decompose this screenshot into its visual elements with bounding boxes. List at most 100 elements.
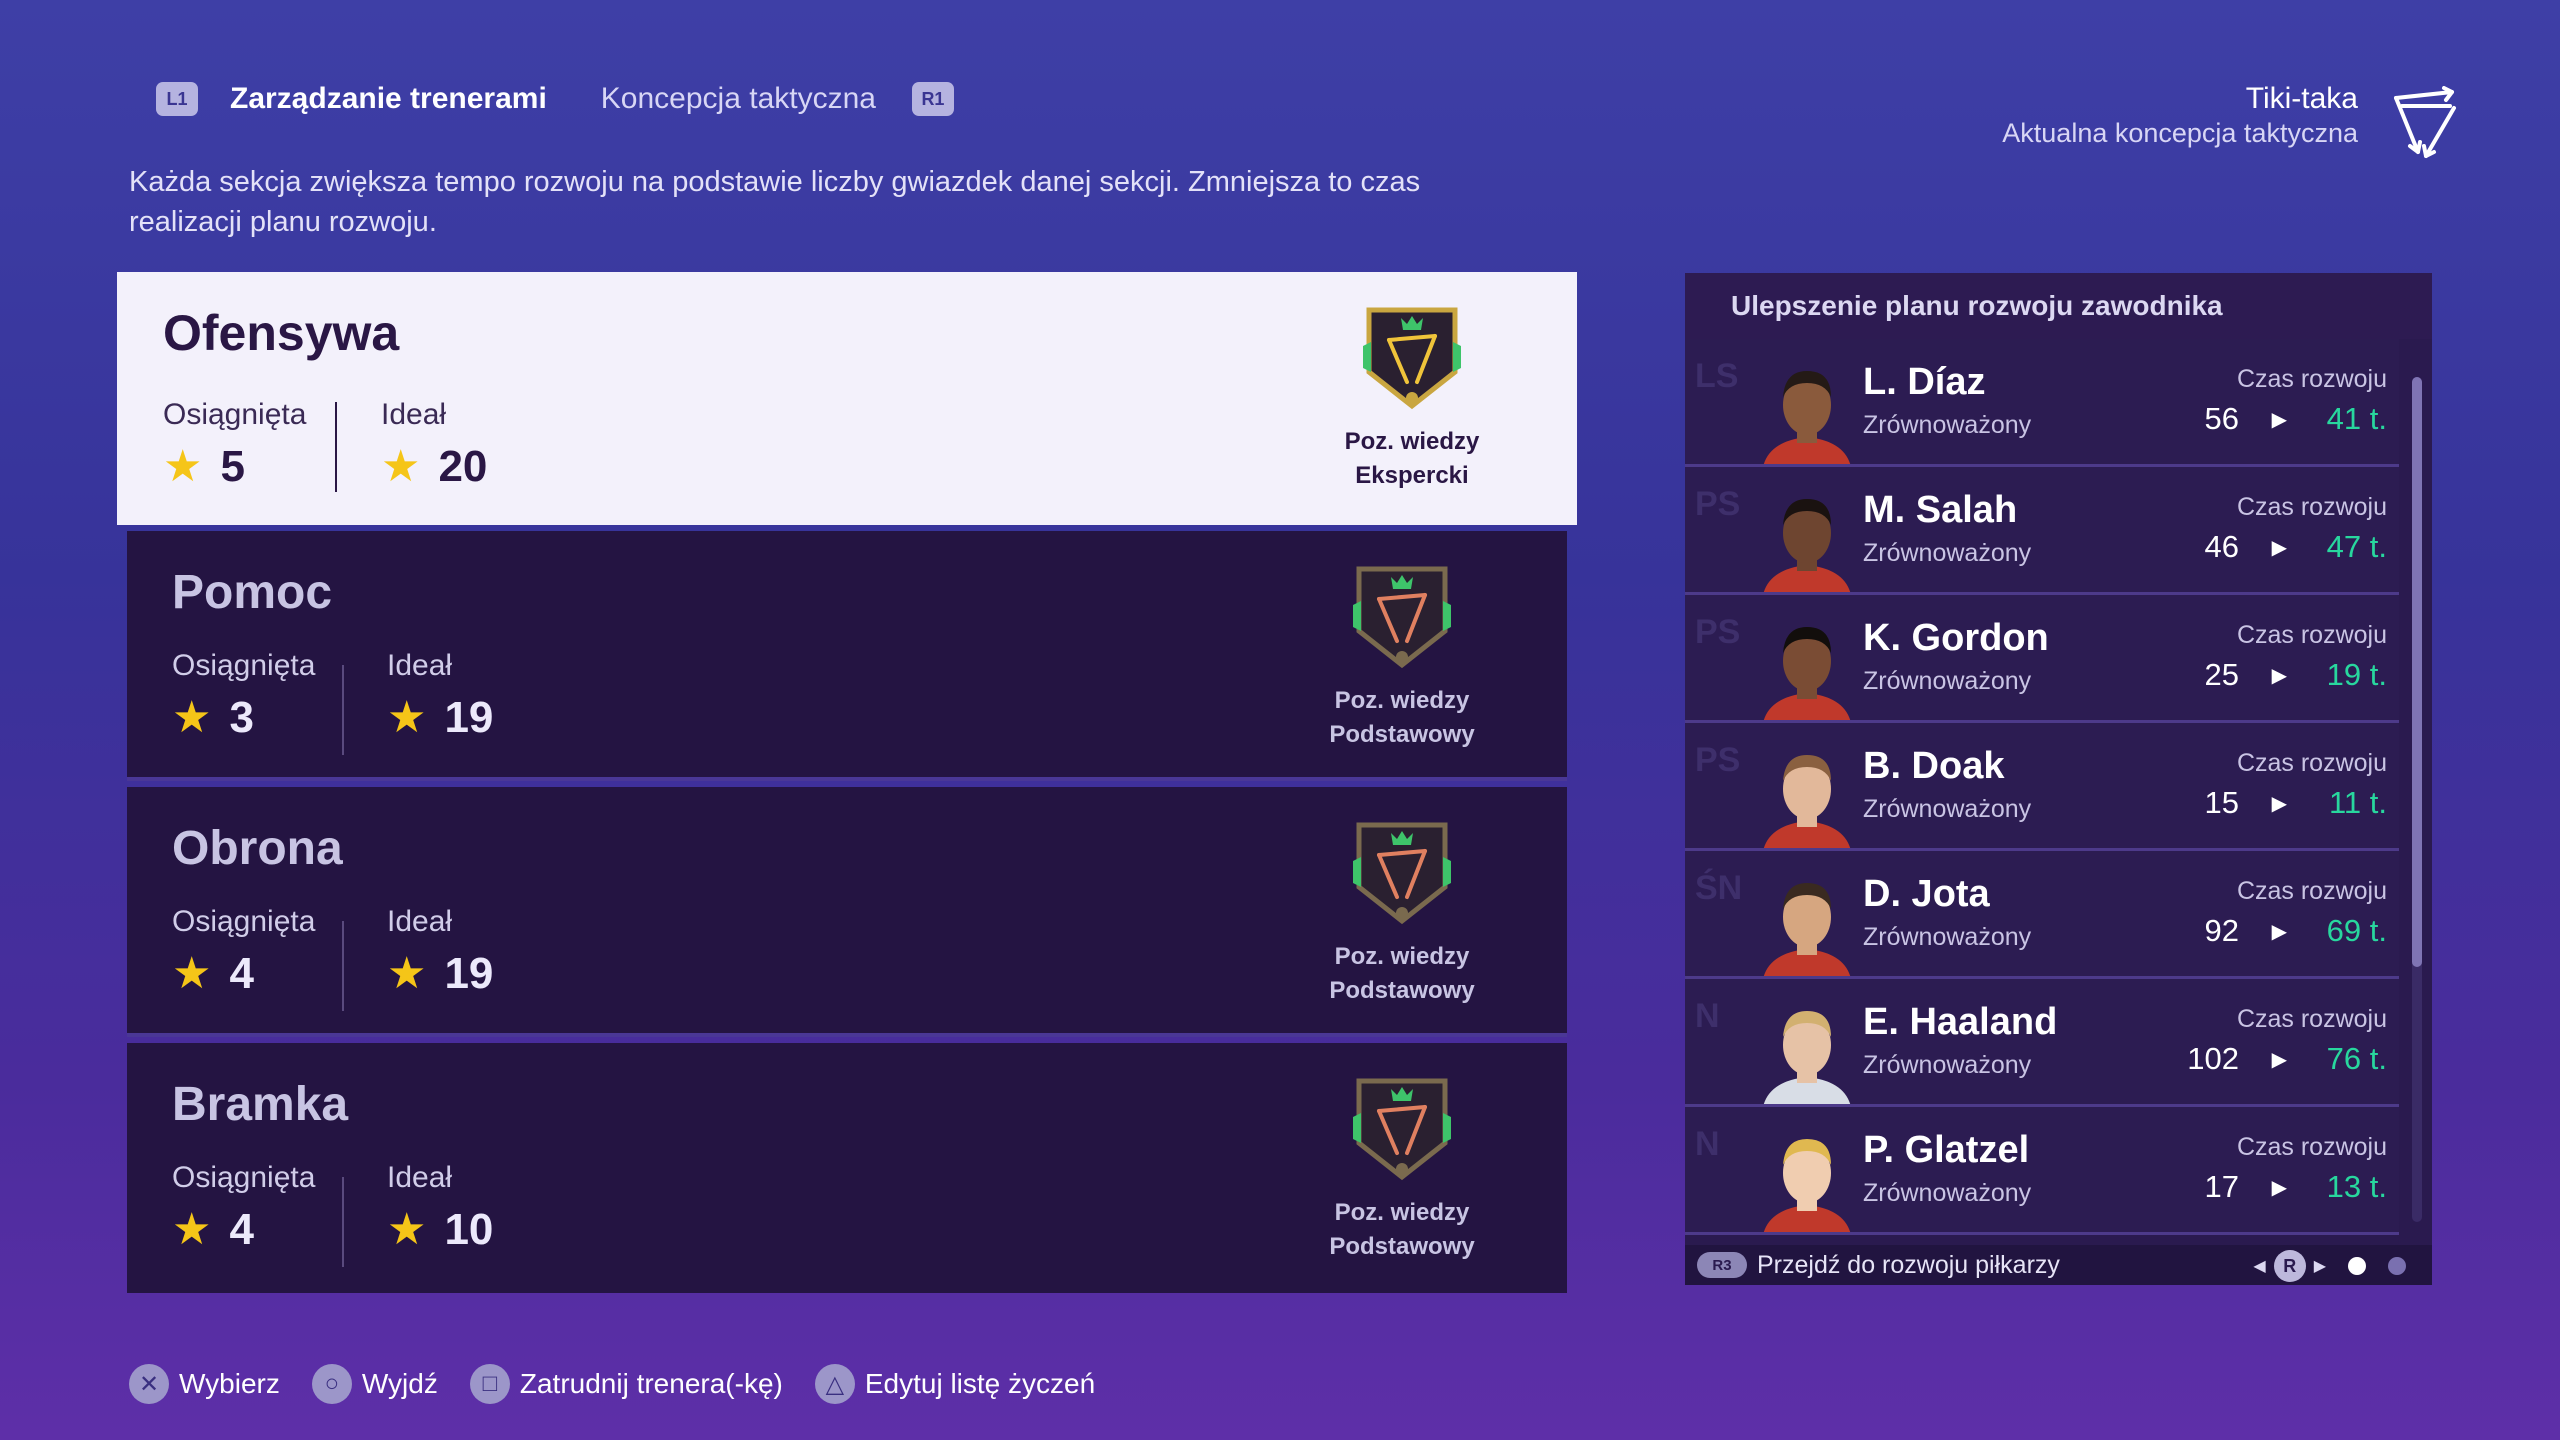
hint-label: Wybierz (179, 1368, 280, 1399)
achieved-value: 3 (229, 693, 254, 742)
tab-tactical-concept[interactable]: Koncepcja taktyczna (601, 82, 876, 116)
player-row[interactable]: PS M. Salah Zrównoważony Czas rozwoju 46… (1685, 467, 2399, 595)
chevron-right-icon[interactable]: ▶ (2314, 1256, 2326, 1276)
ideal-stat: Ideał ★ 20 (381, 398, 487, 492)
achieved-value: 4 (229, 1205, 254, 1254)
new-time: 19 t. (2326, 657, 2387, 692)
section-title: Ofensywa (163, 305, 400, 361)
hint-2[interactable]: □ Zatrudnij trenera(-kę) (469, 1364, 783, 1404)
player-portrait (1763, 371, 1851, 464)
current-time: 46 (2204, 529, 2239, 564)
player-style: Zrównoważony (1863, 923, 2032, 951)
player-row[interactable]: PS K. Gordon Zrównoważony Czas rozwoju 2… (1685, 595, 2399, 723)
tactic-arrows-icon (2394, 86, 2456, 158)
tactic-name: Tiki-taka (2245, 82, 2358, 115)
player-row[interactable]: N P. Glatzel Zrównoważony Czas rozwoju 1… (1685, 1107, 2399, 1235)
panel-scrollbar[interactable] (2412, 377, 2422, 1222)
player-row[interactable]: N E. Haaland Zrównoważony Czas rozwoju 1… (1685, 979, 2399, 1107)
ideal-value: 19 (444, 949, 494, 998)
player-name: E. Haaland (1863, 1001, 2058, 1043)
section-title: Obrona (172, 822, 343, 875)
hint-3[interactable]: △ Edytuj listę życzeń (814, 1364, 1095, 1404)
section-title: Bramka (172, 1078, 349, 1131)
player-name: P. Glatzel (1863, 1129, 2030, 1171)
new-time: 47 t. (2326, 529, 2387, 564)
star-icon: ★ (172, 693, 212, 742)
badge-label: Poz. wiedzy Ekspercki (1344, 428, 1480, 489)
player-name: B. Doak (1863, 745, 2005, 787)
player-style: Zrównoważony (1863, 667, 2032, 695)
hint-label: Wyjdź (361, 1368, 438, 1399)
r3-button-icon[interactable]: R3 (1697, 1252, 1747, 1278)
scrollbar-thumb[interactable] (2412, 377, 2422, 967)
player-style: Zrównoważony (1863, 539, 2032, 567)
ideal-label: Ideał (387, 649, 453, 682)
hint-label: Zatrudnij trenera(-kę) (519, 1368, 783, 1399)
section-title: Pomoc (172, 566, 333, 619)
player-style: Zrównoważony (1863, 1051, 2032, 1079)
knowledge-badge: Poz. wiedzy Ekspercki (1345, 302, 1479, 493)
square-button-icon[interactable]: □ (469, 1364, 510, 1404)
knowledge-badge: Poz. wiedzy Podstawowy (1329, 561, 1475, 752)
player-name: L. Díaz (1863, 361, 1986, 403)
new-time: 11 t. (2328, 785, 2387, 820)
section-defense[interactable]: Obrona Osiągnięta ★ 4 Ideał ★ 19 Poz. wied… (127, 787, 1567, 1037)
player-portrait (1763, 1011, 1851, 1104)
player-position: PS (1695, 485, 1741, 523)
shield-badge-icon (1353, 1078, 1451, 1181)
knowledge-badge: Poz. wiedzy Podstawowy (1329, 1073, 1475, 1264)
ideal-stat: Ideał ★ 19 (387, 649, 493, 743)
section-offense[interactable]: Ofensywa Osiągnięta ★ 5 Ideał ★ 20 Poz. wi… (117, 272, 1577, 525)
new-time: 13 t. (2326, 1169, 2387, 1204)
header-tabs: L1 Zarządzanie trenerami Koncepcja takty… (156, 82, 954, 116)
hint-1[interactable]: ○ Wyjdź (311, 1364, 438, 1404)
cross-button-icon[interactable]: ✕ (129, 1364, 169, 1404)
button-hints: ✕ Wybierz ○ Wyjdź □ Zatrudnij trenera(-kę) △ Ed… (129, 1364, 1127, 1404)
arrow-right-icon: ▶ (2271, 793, 2287, 815)
achieved-stat: Osiągnięta ★ 5 (163, 398, 306, 492)
player-portrait (1763, 499, 1851, 592)
circle-button-icon[interactable]: ○ (311, 1364, 352, 1404)
achieved-label: Osiągnięta (163, 398, 307, 431)
r-stick-button-icon[interactable]: R (2273, 1250, 2306, 1282)
ideal-label: Ideał (387, 1161, 453, 1194)
player-development-panel: Ulepszenie planu rozwoju zawodnika LS L.… (1685, 273, 2432, 1285)
player-row[interactable]: PS B. Doak Zrównoważony Czas rozwoju 15 … (1685, 723, 2399, 851)
arrow-right-icon: ▶ (2271, 409, 2287, 431)
tab-coach-management[interactable]: Zarządzanie trenerami (230, 82, 547, 116)
shield-badge-icon (1363, 307, 1461, 410)
time-label: Czas rozwoju (2236, 749, 2387, 777)
r1-button-icon[interactable]: R1 (911, 82, 954, 116)
go-to-player-development-link[interactable]: Przejdź do rozwoju piłkarzy (1757, 1251, 2060, 1280)
section-goalkeeping[interactable]: Bramka Osiągnięta ★ 4 Ideał ★ 10 Poz. wied… (127, 1043, 1567, 1293)
arrow-right-icon: ▶ (2271, 921, 2287, 943)
current-time: 25 (2204, 657, 2239, 692)
time-label: Czas rozwoju (2236, 365, 2387, 393)
triangle-button-icon[interactable]: △ (814, 1364, 855, 1404)
star-icon: ★ (172, 1205, 212, 1254)
l1-button-icon[interactable]: L1 (156, 82, 198, 116)
achieved-value: 5 (220, 442, 245, 491)
player-portrait (1763, 627, 1851, 720)
current-time: 56 (2204, 401, 2239, 436)
pager[interactable]: ◀ R ▶ (2253, 1250, 2406, 1282)
chevron-left-icon[interactable]: ◀ (2253, 1256, 2265, 1276)
player-position: LS (1695, 357, 1739, 395)
ideal-stat: Ideał ★ 10 (387, 1161, 493, 1255)
star-icon: ★ (387, 949, 427, 998)
player-portrait (1763, 1139, 1851, 1232)
hint-0[interactable]: ✕ Wybierz (129, 1364, 280, 1404)
player-position: PS (1695, 613, 1741, 651)
panel-title: Ulepszenie planu rozwoju zawodnika (1685, 273, 2432, 339)
star-icon: ★ (163, 442, 203, 491)
section-midfield[interactable]: Pomoc Osiągnięta ★ 3 Ideał ★ 19 Poz. wiedz… (127, 531, 1567, 781)
page-dot-active (2348, 1257, 2366, 1275)
player-row[interactable]: LS L. Díaz Zrównoważony Czas rozwoju 56 … (1685, 339, 2399, 467)
time-label: Czas rozwoju (2236, 877, 2387, 905)
ideal-value: 19 (444, 693, 494, 742)
player-position: ŚN (1695, 869, 1743, 907)
player-row[interactable]: ŚN D. Jota Zrównoważony Czas rozwoju 92 … (1685, 851, 2399, 979)
player-list[interactable]: LS L. Díaz Zrównoważony Czas rozwoju 56 … (1685, 339, 2399, 1235)
current-time: 102 (2187, 1041, 2239, 1076)
player-style: Zrównoważony (1863, 1179, 2032, 1207)
